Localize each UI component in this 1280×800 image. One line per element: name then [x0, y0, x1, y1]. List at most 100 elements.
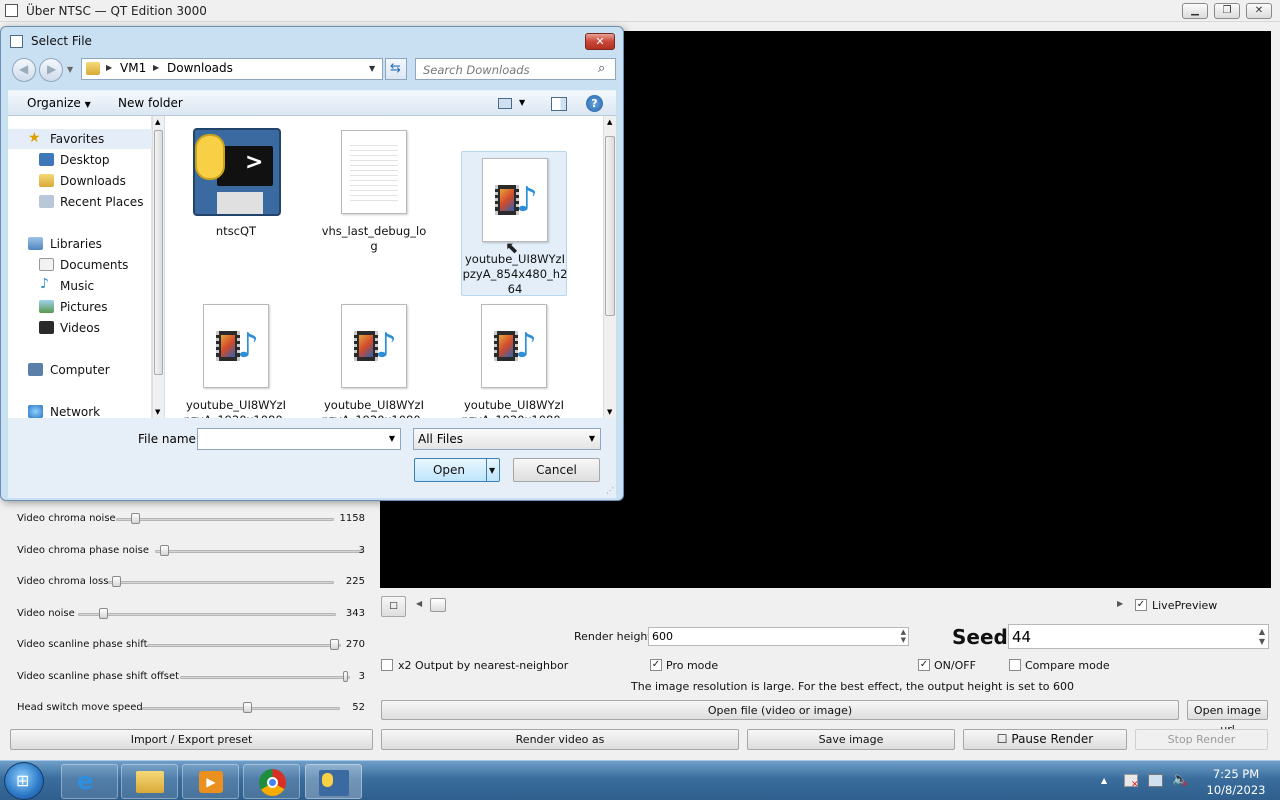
file-name-input[interactable]: ▼	[197, 428, 401, 450]
slider-track[interactable]	[147, 644, 341, 647]
render-height-value: 600	[652, 630, 673, 643]
nav-favorites[interactable]: ★ Favorites	[8, 129, 152, 149]
scroll-right-arrow-icon[interactable]: ▶	[1117, 599, 1123, 608]
file-type-select[interactable]: All Files ▼	[413, 428, 601, 450]
nav-videos[interactable]: Videos	[8, 318, 152, 338]
scroll-left-arrow-icon[interactable]: ◀	[416, 599, 422, 608]
breadcrumb-chevron-icon[interactable]: ▶	[153, 63, 159, 72]
breadcrumb-chevron-icon[interactable]: ▶	[106, 63, 112, 72]
dialog-close-button[interactable]: ✕	[585, 33, 615, 50]
compare-mode-checkbox[interactable]	[1009, 659, 1021, 671]
file-type-dropdown-icon[interactable]: ▼	[589, 434, 595, 443]
spin-arrows-icon[interactable]: ▲ ▼	[901, 628, 906, 644]
timeline-handle[interactable]	[430, 598, 446, 612]
scroll-up-icon[interactable]: ▲	[155, 118, 160, 126]
slider-track[interactable]	[108, 581, 334, 584]
seed-label: Seed	[952, 625, 1008, 649]
taskbar-chrome[interactable]	[243, 764, 300, 799]
slider-handle[interactable]	[112, 576, 121, 587]
view-dropdown-icon[interactable]: ▼	[519, 98, 525, 107]
open-image-url-button[interactable]: Open image url	[1187, 700, 1268, 736]
file-item-1920x1080-av1[interactable]: ♪ youtube_UI8WYzIpzyA_1920x1080_av1	[183, 298, 289, 442]
nav-scrollbar[interactable]: ▲ ▼	[152, 116, 164, 418]
address-bar[interactable]: ▶ VM1 ▶ Downloads ▼	[81, 58, 383, 80]
file-name-dropdown-icon[interactable]: ▼	[389, 434, 395, 443]
file-item-ntscqt[interactable]: > ntscQT	[183, 124, 289, 264]
dialog-footer: File name: ▼ All Files ▼ Open ▼ Cancel ⋰	[8, 418, 616, 498]
minimize-button[interactable]: ▁	[1182, 3, 1208, 19]
render-video-button[interactable]: Render video as	[381, 729, 739, 750]
seed-spin-arrows-icon[interactable]: ▲ ▼	[1259, 627, 1265, 647]
close-window-button[interactable]: ✕	[1246, 3, 1272, 19]
start-button[interactable]: ⊞	[4, 762, 44, 800]
clock[interactable]: 7:25 PM 10/8/2023	[1196, 766, 1276, 798]
x2-output-checkbox[interactable]	[381, 659, 393, 671]
open-file-button[interactable]: Open file (video or image)	[381, 700, 1179, 720]
file-item-vhs-debug-log[interactable]: vhs_last_debug_log	[321, 124, 427, 264]
seed-input[interactable]: 44 ▲ ▼	[1008, 624, 1269, 649]
stop-square-button[interactable]: □	[381, 596, 406, 617]
show-hidden-icons-icon[interactable]: ▲	[1101, 776, 1107, 785]
slider-handle[interactable]	[343, 671, 348, 682]
nav-scroll-thumb[interactable]	[154, 130, 163, 375]
forward-button[interactable]: ▶	[39, 58, 63, 82]
open-button[interactable]: Open ▼	[414, 458, 500, 482]
slider-handle[interactable]	[243, 702, 252, 713]
breadcrumb-vm1[interactable]: VM1	[120, 61, 146, 75]
render-height-input[interactable]: 600 ▲ ▼	[648, 627, 909, 646]
file-list-scroll-thumb[interactable]	[605, 136, 615, 316]
new-folder-button[interactable]: New folder	[118, 96, 183, 110]
organize-button[interactable]: Organize ▼	[27, 96, 91, 110]
network-tray-icon[interactable]	[1148, 774, 1163, 787]
file-item-854x480-selected[interactable]: ♪ youtube_UI8WYzIpzyA_854x480_h264	[461, 151, 567, 296]
cancel-button[interactable]: Cancel	[513, 458, 600, 482]
nav-desktop[interactable]: Desktop	[8, 150, 152, 170]
nav-libraries[interactable]: Libraries	[8, 234, 152, 254]
taskbar-internet-explorer[interactable]: e	[61, 764, 118, 799]
search-box[interactable]: Search Downloads ⌕	[415, 58, 616, 80]
import-export-preset-button[interactable]: Import / Export preset	[10, 729, 373, 750]
back-button[interactable]: ◀	[12, 58, 36, 82]
nav-computer[interactable]: Computer	[8, 360, 152, 380]
file-item-1920x1080-h264-1[interactable]: ♪ youtube_UI8WYzIpzyA_1920x1080_h264 (1)	[321, 298, 427, 442]
slider-handle[interactable]	[330, 639, 339, 650]
scroll-up-icon[interactable]: ▲	[607, 118, 612, 126]
live-preview-checkbox[interactable]: ✓	[1135, 599, 1147, 611]
file-item-1920x1080-h264[interactable]: ♪ youtube_UI8WYzIpzyA_1920x1080_h264	[461, 298, 567, 442]
slider-track[interactable]	[142, 707, 340, 710]
scroll-down-icon[interactable]: ▼	[155, 408, 160, 416]
breadcrumb-downloads[interactable]: Downloads	[167, 61, 233, 75]
taskbar-ntscqt[interactable]	[305, 764, 362, 799]
nav-downloads[interactable]: Downloads	[8, 171, 152, 191]
refresh-button[interactable]: ⇆	[385, 58, 407, 80]
file-list-scrollbar[interactable]: ▲ ▼	[603, 116, 616, 418]
nav-documents[interactable]: Documents	[8, 255, 152, 275]
recent-pages-chevron-icon[interactable]: ▼	[67, 65, 73, 74]
slider-track[interactable]	[78, 613, 336, 616]
slider-handle[interactable]	[99, 608, 108, 619]
slider-track[interactable]	[155, 550, 363, 553]
scroll-down-icon[interactable]: ▼	[607, 408, 612, 416]
slider-handle[interactable]	[131, 513, 140, 524]
on-off-checkbox[interactable]: ✓	[918, 659, 930, 671]
taskbar-media-player[interactable]: ▶	[182, 764, 239, 799]
address-dropdown-icon[interactable]: ▼	[369, 64, 375, 73]
pro-mode-checkbox[interactable]: ✓	[650, 659, 662, 671]
slider-track[interactable]	[116, 518, 334, 521]
pause-render-button[interactable]: ☐ Pause Render	[963, 729, 1127, 750]
open-dropdown-icon[interactable]: ▼	[489, 460, 495, 482]
search-icon[interactable]: ⌕	[598, 61, 605, 76]
save-image-button[interactable]: Save image	[747, 729, 955, 750]
resize-grip-icon[interactable]: ⋰	[606, 486, 614, 495]
taskbar-explorer[interactable]	[121, 764, 178, 799]
view-options-icon[interactable]	[498, 98, 512, 109]
nav-recent-places[interactable]: Recent Places	[8, 192, 152, 212]
slider-handle[interactable]	[160, 545, 169, 556]
nav-label: Music	[60, 279, 95, 293]
nav-music[interactable]: ♪ Music	[8, 276, 152, 296]
restore-button[interactable]: ❐	[1214, 3, 1240, 19]
slider-track[interactable]	[180, 676, 350, 679]
nav-pictures[interactable]: Pictures	[8, 297, 152, 317]
preview-pane-icon[interactable]	[551, 97, 567, 111]
help-icon[interactable]: ?	[586, 95, 603, 112]
